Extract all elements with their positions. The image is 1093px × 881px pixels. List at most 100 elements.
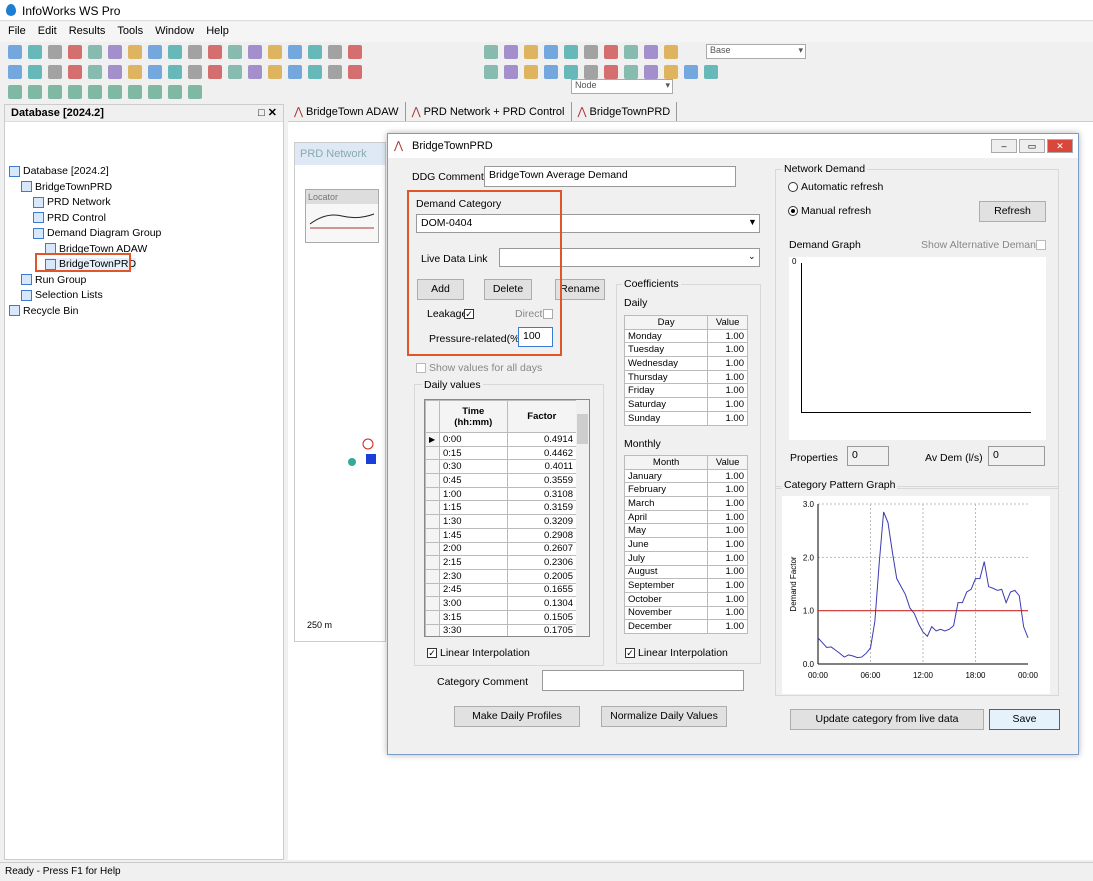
menu-tools[interactable]: Tools [109,22,147,37]
toolbar-button-icon[interactable] [8,85,22,99]
toolbar-button-icon[interactable] [228,45,242,59]
table-cell[interactable]: 0.1705 [506,623,578,636]
table-cell[interactable]: Saturday [623,397,709,412]
toolbar-button-icon[interactable] [504,65,518,79]
table-cell[interactable]: 3:30 [438,623,508,636]
table-cell[interactable]: 1:45 [438,527,508,543]
toolbar-button-icon[interactable] [28,85,42,99]
table-cell[interactable]: 1.00 [707,591,748,607]
table-cell[interactable]: September [623,578,709,593]
tree-item[interactable]: PRD Control [33,212,106,224]
table-cell[interactable]: 0.2306 [506,555,578,570]
table-cell[interactable]: 1.00 [707,496,748,511]
tree-item[interactable]: Recycle Bin [9,305,78,317]
toolbar-button-icon[interactable] [328,45,342,59]
doc-tab[interactable]: ⋀ BridgeTown ADAW [288,102,406,121]
table-cell[interactable]: 0:00 [438,432,508,447]
toolbar-button-icon[interactable] [248,45,262,59]
table-row[interactable]: 0:45 0.3559 [425,473,578,488]
table-cell[interactable]: Thursday [623,369,709,385]
table-cell[interactable]: Monday [623,328,709,344]
table-row[interactable]: Saturday 1.00 [623,397,748,412]
table-cell[interactable]: 0.1505 [506,609,578,625]
tree-item[interactable]: BridgeTownPRD [21,181,112,193]
toolbar-button-icon[interactable] [328,65,342,79]
table-cell[interactable]: 1.00 [707,564,748,580]
table-cell[interactable]: January [623,468,709,484]
toolbar-button-icon[interactable] [644,65,658,79]
table-row[interactable]: 1:45 0.2908 [425,527,578,543]
toolbar-button-icon[interactable] [564,45,578,59]
toolbar-button-icon[interactable] [148,65,162,79]
toolbar-button-icon[interactable] [208,45,222,59]
av-dem-field[interactable]: 0 [988,446,1045,466]
toolbar-button-icon[interactable] [68,45,82,59]
table-cell[interactable]: Sunday [623,410,709,426]
toolbar-button-icon[interactable] [48,85,62,99]
toolbar-button-icon[interactable] [584,45,598,59]
category-comment-input[interactable] [542,670,744,691]
chevron-down-icon[interactable]: ⌄ [748,251,756,262]
table-cell[interactable]: 0:45 [438,473,508,488]
save-button[interactable]: Save [989,709,1060,730]
toolbar-button-icon[interactable] [348,65,362,79]
toolbar-button-icon[interactable] [268,65,282,79]
table-row[interactable]: 3:00 0.1304 [425,596,578,611]
table-cell[interactable]: 0.2005 [506,568,578,584]
table-cell[interactable]: 1.00 [707,397,748,412]
toolbar-button-icon[interactable] [108,45,122,59]
table-cell[interactable]: 1.00 [707,509,748,525]
table-row[interactable]: February 1.00 [623,482,748,498]
table-cell[interactable]: 0.3209 [506,514,578,529]
table-row[interactable]: 2:15 0.2306 [425,555,578,570]
toolbar-button-icon[interactable] [248,65,262,79]
toolbar-button-icon[interactable] [308,45,322,59]
table-cell[interactable]: 1.00 [707,619,748,634]
toolbar-button-icon[interactable] [128,85,142,99]
tree-item[interactable]: PRD Network [33,196,111,208]
table-cell[interactable]: 1.00 [707,578,748,593]
tree-item[interactable]: Run Group [21,274,86,286]
node-combo[interactable]: Node [571,79,673,94]
table-cell[interactable]: 0.1655 [506,582,578,598]
table-cell[interactable]: 0.4011 [506,459,578,475]
table-cell[interactable]: 3:00 [438,596,508,611]
toolbar-button-icon[interactable] [348,45,362,59]
toolbar-button-icon[interactable] [484,45,498,59]
toolbar-button-icon[interactable] [128,65,142,79]
table-cell[interactable]: 1.00 [707,410,748,426]
table-row[interactable]: Friday 1.00 [623,383,748,399]
monthly-linear-interpolation-checkbox[interactable]: ✓ [625,648,635,658]
toolbar-button-icon[interactable] [108,65,122,79]
table-cell[interactable]: 1.00 [707,482,748,498]
table-cell[interactable]: Wednesday [623,356,709,371]
table-row[interactable]: 0:30 0.4011 [425,459,578,475]
toolbar-button-icon[interactable] [88,85,102,99]
refresh-button[interactable]: Refresh [979,201,1046,222]
make-daily-profiles-button[interactable]: Make Daily Profiles [454,706,580,727]
table-row[interactable]: Thursday 1.00 [623,369,748,385]
ddg-comment-input[interactable]: BridgeTown Average Demand [484,166,736,187]
menu-help[interactable]: Help [198,22,233,37]
table-row[interactable]: 1:00 0.3108 [425,486,578,502]
table-cell[interactable]: Friday [623,383,709,399]
toolbar-button-icon[interactable] [8,45,22,59]
table-row[interactable]: December 1.00 [623,619,748,634]
toolbar-button-icon[interactable] [128,45,142,59]
toolbar-button-icon[interactable] [188,85,202,99]
toolbar-button-icon[interactable] [624,45,638,59]
table-cell[interactable]: 2:00 [438,541,508,557]
table-row[interactable]: Tuesday 1.00 [623,342,748,358]
table-cell[interactable]: 1.00 [707,605,748,621]
tree-item[interactable]: Demand Diagram Group [33,227,161,239]
table-row[interactable]: March 1.00 [623,496,748,511]
toolbar-button-icon[interactable] [544,45,558,59]
table-cell[interactable]: 1.00 [707,383,748,399]
scrollbar-thumb[interactable] [577,414,588,444]
table-row[interactable]: 2:45 0.1655 [425,582,578,598]
table-cell[interactable]: May [623,523,709,539]
menu-file[interactable]: File [0,22,30,37]
toolbar-button-icon[interactable] [168,65,182,79]
menu-results[interactable]: Results [61,22,110,37]
table-row[interactable]: April 1.00 [623,509,748,525]
